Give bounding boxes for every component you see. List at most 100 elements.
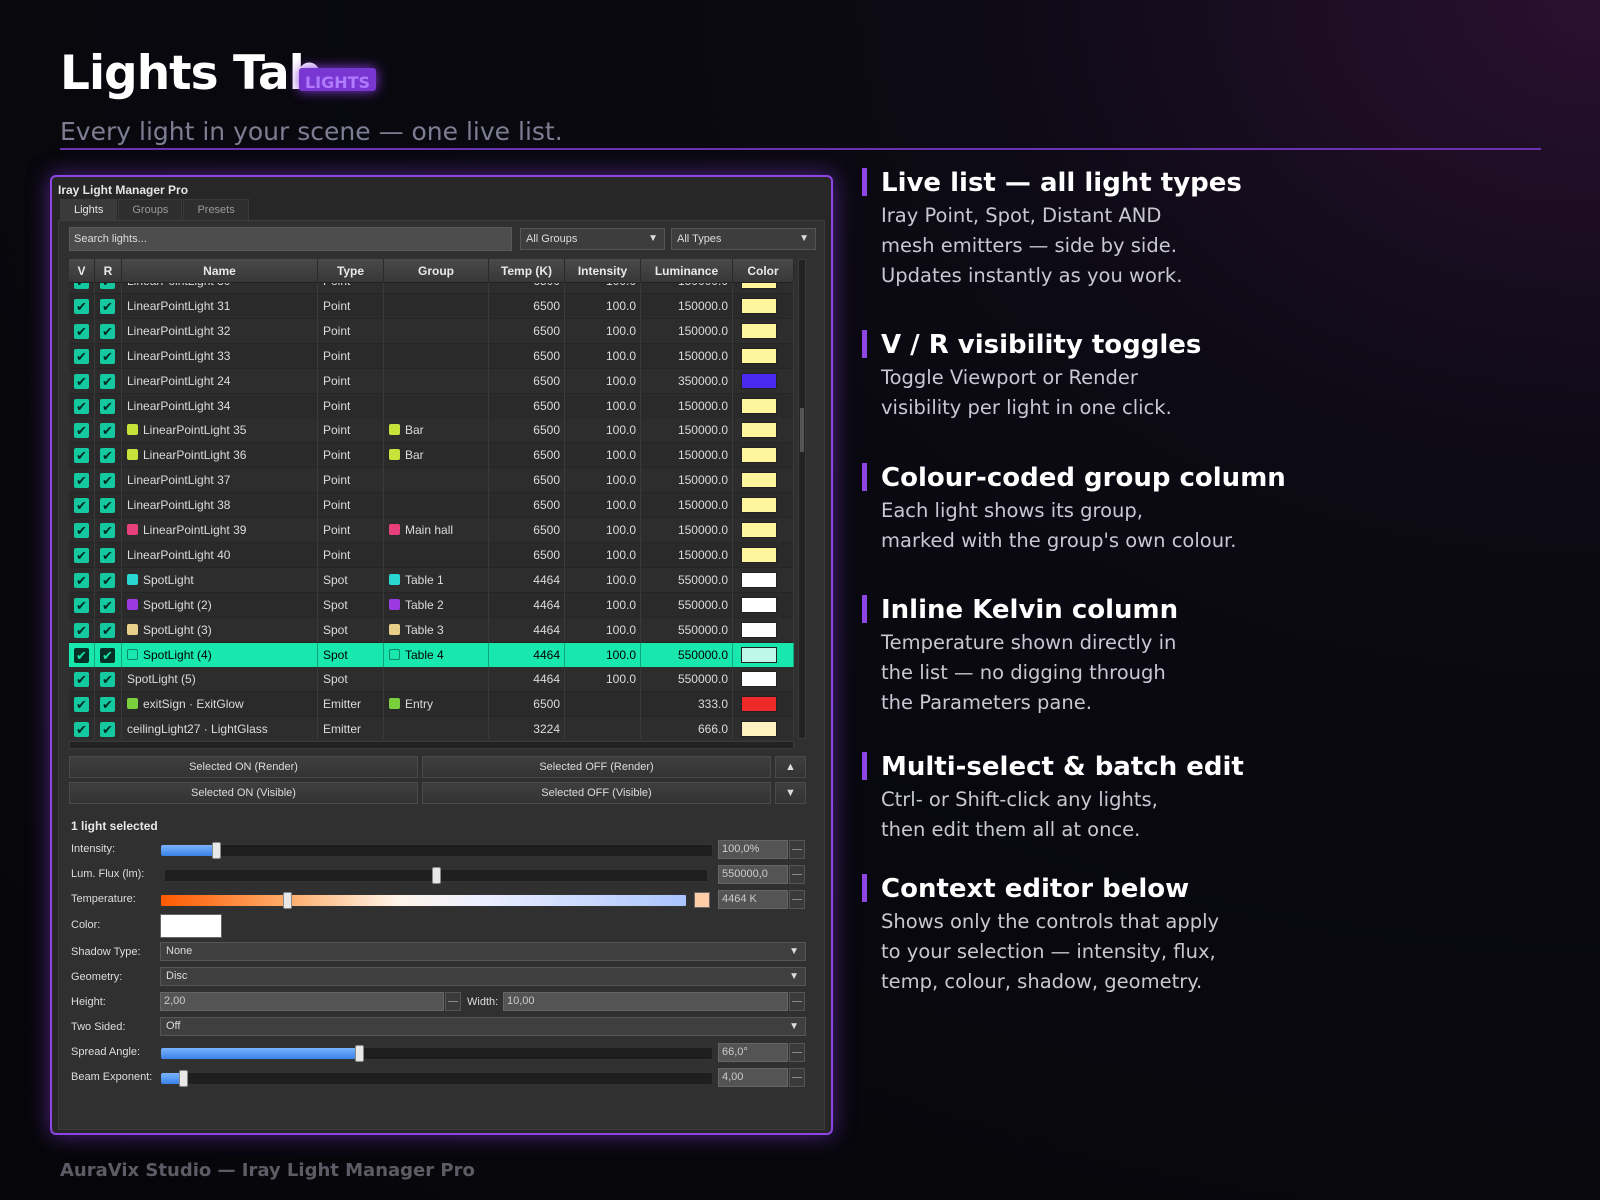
width-stepper[interactable] — [789, 992, 805, 1011]
col-header-luminance[interactable]: Luminance — [641, 259, 733, 283]
table-row[interactable]: ✔ ✔ SpotLight (4) Spot Table 4 4464 100.0 55000… — [69, 642, 794, 668]
light-color-swatch[interactable] — [741, 721, 777, 738]
render-visibility-checkbox[interactable]: ✔ — [100, 473, 115, 489]
render-visibility-checkbox[interactable]: ✔ — [100, 373, 115, 389]
table-row[interactable]: ✔ ✔ LinearPointLight 37 Point 6500 100.0 15000… — [69, 468, 794, 494]
light-color-swatch[interactable] — [741, 422, 777, 439]
viewport-visibility-checkbox[interactable]: ✔ — [74, 523, 89, 538]
render-visibility-checkbox[interactable]: ✔ — [100, 547, 115, 563]
render-visibility-checkbox[interactable]: ✔ — [100, 398, 115, 414]
table-vertical-scrollbar[interactable] — [798, 259, 806, 739]
viewport-visibility-checkbox[interactable]: ✔ — [74, 423, 89, 439]
table-row[interactable]: ✔ ✔ LinearPointLight 38 Point 6500 100.0 15000… — [69, 493, 794, 519]
render-visibility-checkbox[interactable]: ✔ — [100, 448, 115, 464]
width-field[interactable]: 10,00 — [503, 992, 788, 1011]
intensity-stepper[interactable] — [789, 840, 805, 859]
render-visibility-checkbox[interactable]: ✔ — [100, 622, 115, 638]
render-visibility-checkbox[interactable]: ✔ — [100, 423, 115, 439]
light-color-swatch[interactable] — [741, 596, 777, 613]
render-visibility-checkbox[interactable]: ✔ — [100, 523, 115, 538]
col-header-name[interactable]: Name — [122, 259, 318, 283]
temperature-stepper[interactable] — [789, 890, 805, 909]
light-color-swatch[interactable] — [741, 646, 777, 663]
selected-off-visible-button[interactable]: Selected OFF (Visible) — [422, 782, 771, 804]
light-color-swatch[interactable] — [741, 522, 777, 538]
temperature-knob[interactable] — [283, 892, 292, 909]
spread-angle-slider[interactable] — [160, 1045, 713, 1062]
flux-stepper[interactable] — [789, 865, 805, 884]
light-color-swatch[interactable] — [741, 472, 777, 489]
move-up-button[interactable]: ▲ — [775, 756, 806, 778]
light-color-swatch[interactable] — [741, 372, 777, 389]
col-header-r[interactable]: R — [95, 259, 122, 283]
viewport-visibility-checkbox[interactable]: ✔ — [74, 398, 89, 414]
selected-on-visible-button[interactable]: Selected ON (Visible) — [69, 782, 418, 804]
col-header-color[interactable]: Color — [733, 259, 794, 283]
viewport-visibility-checkbox[interactable]: ✔ — [74, 498, 89, 514]
spread-angle-stepper[interactable] — [789, 1043, 805, 1062]
flux-slider[interactable] — [164, 867, 708, 884]
viewport-visibility-checkbox[interactable]: ✔ — [74, 722, 89, 738]
search-input[interactable]: Search lights... — [69, 227, 512, 251]
col-header-type[interactable]: Type — [318, 259, 384, 283]
scrollbar-thumb[interactable] — [800, 408, 804, 452]
table-row[interactable]: ✔ ✔ LinearPointLight 24 Point 6500 100.0 35000… — [69, 368, 794, 394]
intensity-slider[interactable] — [160, 842, 713, 859]
table-row[interactable]: ✔ ✔ LinearPointLight 36 Point Bar 6500 100.0 15… — [69, 443, 794, 469]
height-stepper[interactable] — [445, 992, 461, 1011]
selected-on-render-button[interactable]: Selected ON (Render) — [69, 756, 418, 778]
table-row[interactable]: ✔ ✔ LinearPointLight 35 Point Bar 6500 100.0 15… — [69, 418, 794, 444]
spread-angle-knob[interactable] — [355, 1045, 364, 1062]
render-visibility-checkbox[interactable]: ✔ — [100, 572, 115, 588]
beam-exponent-slider[interactable] — [160, 1070, 713, 1087]
light-color-swatch[interactable] — [741, 322, 777, 339]
render-visibility-checkbox[interactable]: ✔ — [100, 647, 115, 663]
table-row[interactable]: ✔ ✔ SpotLight Spot Table 1 4464 100.0 550000.0 — [69, 567, 794, 593]
viewport-visibility-checkbox[interactable]: ✔ — [74, 597, 89, 613]
table-row[interactable]: ✔ ✔ ceilingLight27 · LightGlass Emitter 3224… — [69, 717, 794, 739]
light-color-swatch[interactable] — [741, 397, 777, 414]
render-visibility-checkbox[interactable]: ✔ — [100, 298, 115, 314]
beam-exponent-field[interactable]: 4,00 — [718, 1068, 788, 1087]
table-row[interactable]: ✔ ✔ SpotLight (5) Spot 4464 100.0 550000.0 — [69, 667, 794, 693]
intensity-knob[interactable] — [212, 842, 221, 859]
table-horizontal-scrollbar[interactable] — [69, 741, 794, 749]
intensity-field[interactable]: 100,0% — [718, 840, 788, 859]
viewport-visibility-checkbox[interactable]: ✔ — [74, 697, 89, 713]
beam-exponent-stepper[interactable] — [789, 1068, 805, 1087]
viewport-visibility-checkbox[interactable]: ✔ — [74, 622, 89, 638]
col-header-intensity[interactable]: Intensity — [565, 259, 641, 283]
col-header-v[interactable]: V — [69, 259, 95, 283]
geometry-select[interactable]: Disc ▼ — [160, 967, 806, 986]
tab-presets[interactable]: Presets — [183, 199, 249, 220]
table-row[interactable]: ✔ ✔ LinearPointLight 31 Point 6500 100.0 15000… — [69, 293, 794, 319]
table-row[interactable]: ✔ ✔ LinearPointLight 33 Point 6500 100.0 15000… — [69, 343, 794, 369]
render-visibility-checkbox[interactable]: ✔ — [100, 323, 115, 339]
render-visibility-checkbox[interactable]: ✔ — [100, 597, 115, 613]
light-color-swatch[interactable] — [741, 571, 777, 588]
shadow-type-select[interactable]: None ▼ — [160, 942, 806, 961]
flux-knob[interactable] — [432, 867, 441, 884]
type-filter-dropdown[interactable]: All Types ▼ — [671, 228, 816, 250]
selected-off-render-button[interactable]: Selected OFF (Render) — [422, 756, 771, 778]
table-row[interactable]: ✔ ✔ LinearPointLight 34 Point 6500 100.0 15000… — [69, 393, 794, 419]
table-row[interactable]: ✔ ✔ SpotLight (3) Spot Table 3 4464 100.0 55000… — [69, 617, 794, 643]
light-color-swatch[interactable] — [741, 297, 777, 314]
table-row[interactable]: ✔ ✔ LinearPointLight 40 Point 6500 100.0 15000… — [69, 542, 794, 568]
table-row[interactable]: ✔ ✔ LinearPointLight 32 Point 6500 100.0 15000… — [69, 318, 794, 344]
viewport-visibility-checkbox[interactable]: ✔ — [74, 448, 89, 464]
col-header-temp[interactable]: Temp (K) — [489, 259, 565, 283]
height-field[interactable]: 2,00 — [160, 992, 444, 1011]
temperature-slider[interactable] — [160, 892, 687, 909]
color-picker-swatch[interactable] — [160, 914, 222, 938]
viewport-visibility-checkbox[interactable]: ✔ — [74, 473, 89, 489]
viewport-visibility-checkbox[interactable]: ✔ — [74, 672, 89, 688]
beam-exponent-knob[interactable] — [179, 1070, 188, 1087]
light-color-swatch[interactable] — [741, 497, 777, 514]
spread-angle-field[interactable]: 66,0° — [718, 1043, 788, 1062]
tab-groups[interactable]: Groups — [118, 199, 183, 220]
light-color-swatch[interactable] — [741, 347, 777, 364]
viewport-visibility-checkbox[interactable]: ✔ — [74, 373, 89, 389]
table-row[interactable]: ✔ ✔ LinearPointLight 39 Point Main hall 6500 1… — [69, 518, 794, 543]
group-filter-dropdown[interactable]: All Groups ▼ — [520, 228, 665, 250]
